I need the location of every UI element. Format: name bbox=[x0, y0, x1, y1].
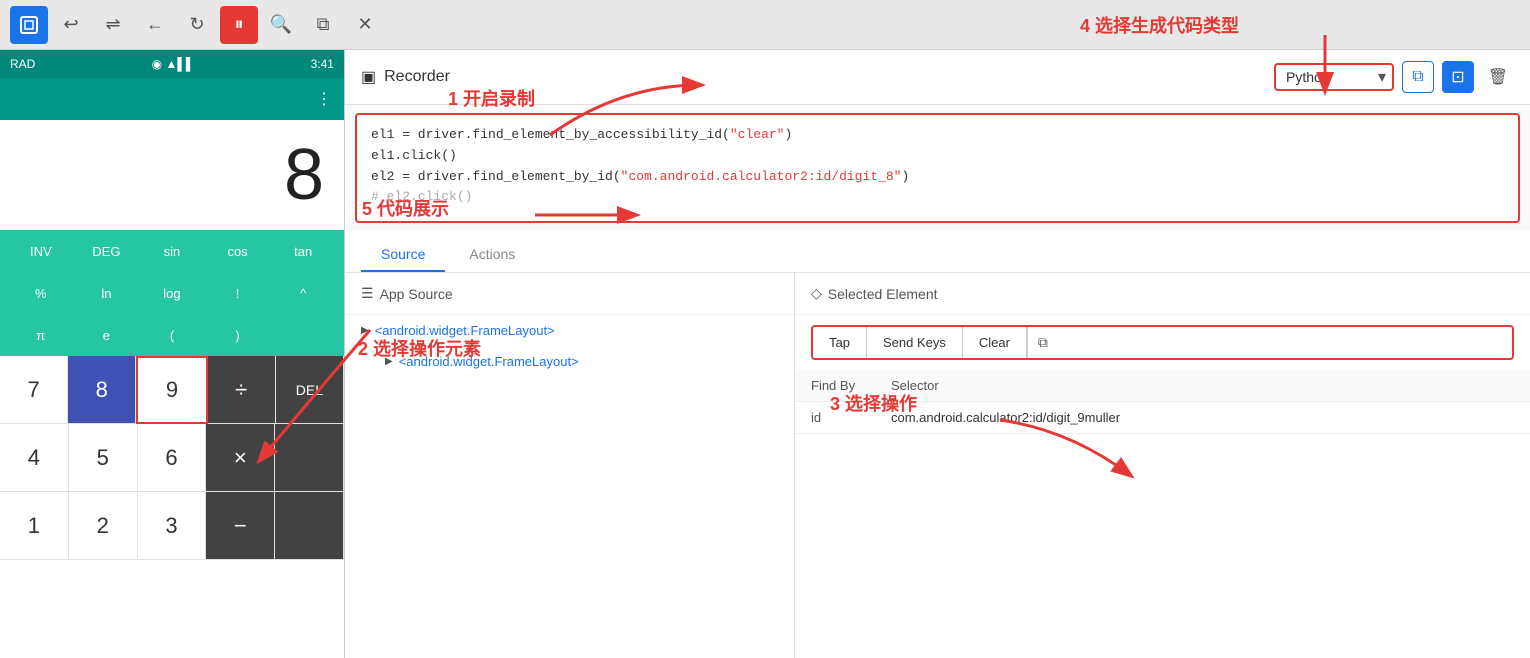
selected-header-label: Selected Element bbox=[828, 286, 938, 302]
btn-minus[interactable]: − bbox=[206, 492, 275, 560]
pause-button[interactable]: ⏸ bbox=[220, 6, 258, 44]
annotation-step3: 3 选择操作 bbox=[830, 390, 917, 416]
pi-button[interactable]: π bbox=[8, 315, 74, 355]
right-panel: ▣ Recorder Python Java JavaScript Ruby ⧉… bbox=[345, 50, 1530, 658]
refresh-button[interactable]: ↻ bbox=[178, 6, 216, 44]
recorder-title-text: Recorder bbox=[384, 68, 450, 86]
sci-row-3: π e ( ) bbox=[0, 314, 344, 356]
tan-button[interactable]: tan bbox=[270, 231, 336, 271]
action-buttons-group: Tap Send Keys Clear ⧉ bbox=[811, 325, 1514, 360]
status-bar: RAD ◉ ▲▌▌ 3:41 bbox=[0, 50, 344, 78]
btn-6[interactable]: 6 bbox=[138, 424, 207, 492]
btn-multiply[interactable]: × bbox=[206, 424, 275, 492]
selector-header: Selector bbox=[875, 370, 1530, 402]
tap-button[interactable]: Tap bbox=[813, 327, 867, 358]
numpad-row-2: 4 5 6 × bbox=[0, 424, 344, 492]
btn-9[interactable]: 9 bbox=[136, 356, 207, 424]
calculator-display: 8 bbox=[0, 120, 344, 230]
title-bar: ⋮ bbox=[0, 78, 344, 120]
code-line-2: el1.click() bbox=[371, 146, 1504, 167]
code-line-1: el1 = driver.find_element_by_accessibili… bbox=[371, 125, 1504, 146]
swap-button[interactable]: ⇌ bbox=[94, 6, 132, 44]
btn-2[interactable]: 2 bbox=[69, 492, 138, 560]
numpad-row-3: 1 2 3 − bbox=[0, 492, 344, 560]
code-display: el1 = driver.find_element_by_accessibili… bbox=[355, 113, 1520, 223]
btn-divide[interactable]: ÷ bbox=[208, 356, 276, 424]
log-button[interactable]: log bbox=[139, 273, 205, 313]
ln-button[interactable]: ln bbox=[74, 273, 140, 313]
btn-3[interactable]: 3 bbox=[138, 492, 207, 560]
navigate-back-button[interactable]: ← bbox=[136, 6, 174, 44]
code-line-4: # el2.click() bbox=[371, 187, 1504, 208]
selector-cell: com.android.calculator2:id/digit_9muller bbox=[875, 402, 1530, 434]
factorial-button[interactable]: ! bbox=[205, 273, 271, 313]
annotation-step5: 5 代码展示 bbox=[362, 195, 449, 221]
source-panel: ☰ App Source ▶ <android.widget.FrameLayo… bbox=[345, 273, 795, 658]
tab-source[interactable]: Source bbox=[361, 238, 445, 272]
numpad: 7 8 9 ÷ DEL 4 5 6 × 1 2 3 − bbox=[0, 356, 344, 560]
btn-op-placeholder2 bbox=[275, 492, 344, 560]
source-header-icon: ☰ bbox=[361, 285, 374, 302]
annotation-step2: 2 选择操作元素 bbox=[358, 335, 481, 361]
copy-action-button[interactable]: ⧉ bbox=[1027, 327, 1058, 358]
btn-1[interactable]: 1 bbox=[0, 492, 69, 560]
tabs-bar: Source Actions bbox=[345, 231, 1530, 273]
menu-icon[interactable]: ⋮ bbox=[316, 89, 332, 109]
selected-header-icon: ◇ bbox=[811, 285, 822, 302]
source-panel-header: ☰ App Source bbox=[345, 273, 794, 315]
sci-row-2: % ln log ! ^ bbox=[0, 272, 344, 314]
copy-source-button[interactable]: ⧉ bbox=[304, 6, 342, 44]
recorder-controls: Python Java JavaScript Ruby ⧉ ⊡ 🗑 bbox=[1274, 61, 1514, 93]
delete-recording-button[interactable]: 🗑 bbox=[1482, 61, 1514, 93]
back-button[interactable]: ↩ bbox=[52, 6, 90, 44]
language-select[interactable]: Python Java JavaScript Ruby bbox=[1274, 63, 1394, 91]
btn-del[interactable]: DEL bbox=[276, 356, 344, 424]
btn-5[interactable]: 5 bbox=[69, 424, 138, 492]
download-button[interactable]: ⊡ bbox=[1442, 61, 1474, 93]
annotation-step4: 4 选择生成代码类型 bbox=[1080, 12, 1239, 38]
annotation-step1: 1 开启录制 bbox=[448, 85, 535, 111]
clear-button[interactable]: Clear bbox=[963, 327, 1027, 358]
recorder-title-group: ▣ Recorder bbox=[361, 67, 450, 87]
btn-op-placeholder bbox=[275, 424, 344, 492]
toolbar: ↩ ⇌ ← ↻ ⏸ 🔍 ⧉ ✕ bbox=[0, 0, 1530, 50]
device-panel: RAD ◉ ▲▌▌ 3:41 ⋮ 8 INV DEG sin cos tan %… bbox=[0, 50, 345, 658]
btn-4[interactable]: 4 bbox=[0, 424, 69, 492]
select-tool-button[interactable] bbox=[10, 6, 48, 44]
btn-7[interactable]: 7 bbox=[0, 356, 68, 424]
cos-button[interactable]: cos bbox=[205, 231, 271, 271]
display-value: 8 bbox=[284, 134, 324, 216]
status-icons: ◉ ▲▌▌ bbox=[152, 57, 195, 71]
language-selector-wrap: Python Java JavaScript Ruby bbox=[1274, 63, 1394, 91]
code-line-3: el2 = driver.find_element_by_id("com.and… bbox=[371, 167, 1504, 188]
percent-button[interactable]: % bbox=[8, 273, 74, 313]
rad-indicator: RAD bbox=[10, 57, 35, 71]
send-keys-button[interactable]: Send Keys bbox=[867, 327, 963, 358]
numpad-row-1: 7 8 9 ÷ DEL bbox=[0, 356, 344, 424]
recorder-icon: ▣ bbox=[361, 67, 376, 87]
open-paren-button[interactable]: ( bbox=[139, 315, 205, 355]
copy-template-button[interactable]: ⧉ bbox=[1402, 61, 1434, 93]
close-button[interactable]: ✕ bbox=[346, 6, 384, 44]
close-paren-button[interactable]: ) bbox=[205, 315, 271, 355]
tab-actions[interactable]: Actions bbox=[449, 238, 535, 272]
sci-row-1: INV DEG sin cos tan bbox=[0, 230, 344, 272]
selected-element-panel: ◇ Selected Element Tap Send Keys Clear ⧉… bbox=[795, 273, 1530, 658]
sin-button[interactable]: sin bbox=[139, 231, 205, 271]
search-button[interactable]: 🔍 bbox=[262, 6, 300, 44]
source-header-label: App Source bbox=[380, 286, 453, 302]
selected-panel-header: ◇ Selected Element bbox=[795, 273, 1530, 315]
clock: 3:41 bbox=[311, 57, 334, 71]
placeholder-sci bbox=[270, 315, 336, 355]
btn-8[interactable]: 8 bbox=[68, 356, 136, 424]
inv-button[interactable]: INV bbox=[8, 231, 74, 271]
deg-button[interactable]: DEG bbox=[74, 231, 140, 271]
power-button[interactable]: ^ bbox=[270, 273, 336, 313]
e-button[interactable]: e bbox=[74, 315, 140, 355]
lower-section: ☰ App Source ▶ <android.widget.FrameLayo… bbox=[345, 273, 1530, 658]
